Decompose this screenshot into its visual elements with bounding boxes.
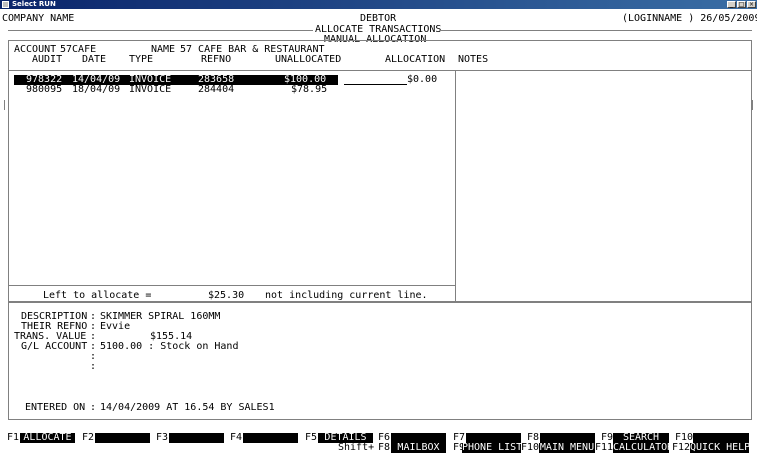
f5-key: F5 bbox=[305, 432, 318, 443]
entered-on-value: 14/04/2009 AT 16.54 BY SALES1 bbox=[100, 402, 275, 413]
col-unallocated: UNALLOCATED bbox=[275, 54, 342, 65]
minimize-button[interactable]: _ bbox=[727, 1, 736, 8]
scroll-mark-right bbox=[752, 100, 753, 110]
allocation-input[interactable]: $0.00 bbox=[407, 75, 437, 85]
row-refno: 284404 bbox=[198, 84, 235, 95]
col-allocation: ALLOCATION bbox=[385, 54, 446, 65]
col-type: TYPE bbox=[129, 54, 154, 65]
columns-divider bbox=[8, 70, 752, 71]
summary-divider bbox=[8, 285, 455, 286]
window-title-bar: Select RUN _ □ × bbox=[0, 0, 757, 9]
calculator-button[interactable]: CALCULATOR bbox=[613, 443, 673, 453]
user-date: (LOGINNAME ) 26/05/2009 bbox=[622, 13, 757, 24]
f2-button[interactable] bbox=[95, 433, 150, 443]
their-refno-value: Evvie bbox=[100, 321, 131, 332]
colon: : bbox=[90, 361, 97, 372]
row-date: 18/04/09 bbox=[72, 84, 121, 95]
shift-f12-key: F12 bbox=[672, 442, 691, 453]
allocation-input-underline bbox=[344, 84, 407, 85]
window-title: Select RUN bbox=[12, 0, 56, 8]
entered-on-label: ENTERED ON bbox=[25, 402, 86, 413]
left-to-allocate-value: $25.30 bbox=[208, 290, 245, 301]
left-to-allocate-label: Left to allocate = bbox=[43, 290, 152, 301]
shift-f11-key: F11 bbox=[595, 442, 614, 453]
table-row[interactable]: 980095 18/04/09 INVOICE 284404 $78.95 bbox=[14, 85, 338, 95]
gl-account-label: G/L ACCOUNT bbox=[21, 341, 88, 352]
f3-button[interactable] bbox=[169, 433, 224, 443]
close-button[interactable]: × bbox=[747, 1, 756, 8]
row-unallocated: $78.95 bbox=[291, 84, 328, 95]
f4-key: F4 bbox=[230, 432, 243, 443]
name-label: NAME bbox=[151, 44, 176, 55]
main-menu-button[interactable]: MAIN MENU bbox=[539, 443, 595, 453]
company-name: COMPANY NAME bbox=[2, 13, 75, 24]
f2-key: F2 bbox=[82, 432, 95, 443]
quick-help-button[interactable]: QUICK HELP bbox=[690, 443, 750, 453]
notes-divider bbox=[455, 70, 456, 302]
header-divider-left bbox=[8, 30, 313, 31]
header-divider-right bbox=[440, 30, 752, 31]
maximize-button[interactable]: □ bbox=[737, 1, 746, 8]
col-audit: AUDIT bbox=[32, 54, 63, 65]
row-audit: 980095 bbox=[26, 84, 63, 95]
shift-label: Shift+ bbox=[338, 442, 375, 453]
col-notes: NOTES bbox=[458, 54, 489, 65]
summary-note: not including current line. bbox=[265, 290, 428, 301]
gl-account-value: 5100.00 : Stock on Hand bbox=[100, 341, 239, 352]
table-row[interactable]: 978322 14/04/09 INVOICE 283658 $100.00 bbox=[14, 75, 338, 85]
mailbox-button[interactable]: MAILBOX bbox=[391, 443, 446, 453]
app-icon bbox=[2, 1, 9, 8]
scroll-mark-left bbox=[4, 100, 5, 110]
colon: : bbox=[90, 402, 97, 413]
phone-list-button[interactable]: PHONE LIST bbox=[462, 443, 522, 453]
row-type: INVOICE bbox=[129, 84, 172, 95]
col-date: DATE bbox=[82, 54, 107, 65]
f3-key: F3 bbox=[156, 432, 169, 443]
f1-key: F1 bbox=[7, 432, 20, 443]
shift-f10-key: F10 bbox=[521, 442, 540, 453]
shift-f8-key: F8 bbox=[378, 442, 391, 453]
col-refno: REFNO bbox=[201, 54, 232, 65]
allocate-button[interactable]: ALLOCATE bbox=[20, 433, 75, 443]
f4-button[interactable] bbox=[243, 433, 298, 443]
module-title: DEBTOR bbox=[360, 13, 397, 24]
